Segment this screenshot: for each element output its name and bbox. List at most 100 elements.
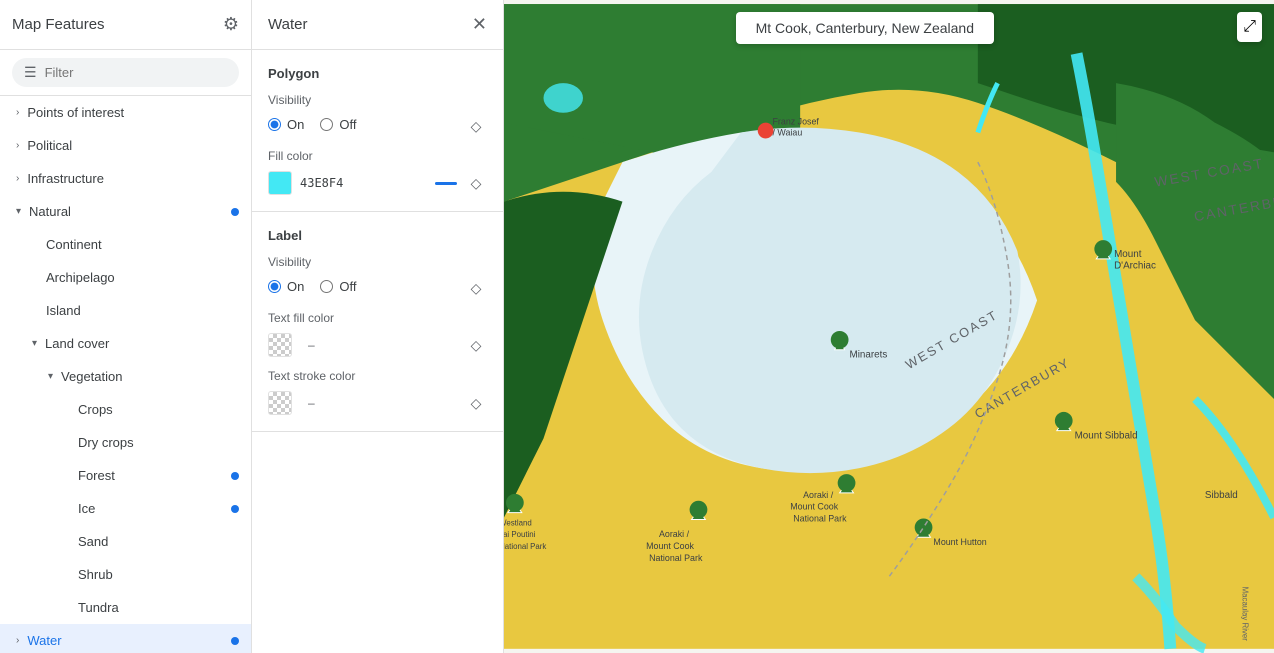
sidebar-item-label: Vegetation [61, 369, 122, 384]
label-section: Label Visibility On Off ◇ Text fill colo… [252, 212, 503, 432]
sidebar-item-label: Forest [78, 468, 115, 483]
polygon-section-title: Polygon [268, 66, 487, 81]
water-panel: Water ✕ Polygon Visibility On Off ◇ Fill… [252, 0, 504, 653]
text-fill-value: – [308, 338, 315, 352]
svg-text:Mount Cook: Mount Cook [790, 502, 838, 512]
label-on-option[interactable]: On [268, 279, 304, 294]
sidebar-item-ice[interactable]: Ice [0, 492, 251, 525]
label-off-option[interactable]: Off [320, 279, 356, 294]
map-search-bar[interactable]: Mt Cook, Canterbury, New Zealand [736, 12, 994, 44]
label-visibility-diamond[interactable]: ◇ [465, 277, 487, 299]
polygon-on-option[interactable]: On [268, 117, 304, 132]
svg-text:/ Waiau: / Waiau [773, 127, 803, 137]
text-fill-color-row: – ◇ [268, 333, 487, 357]
sidebar-item-label: Sand [78, 534, 108, 549]
sidebar-item-label: Shrub [78, 567, 113, 582]
fill-color-value: 43E8F4 [300, 176, 343, 190]
sidebar-item-label: Ice [78, 501, 95, 516]
expand-icon: ⤢ [1243, 18, 1256, 35]
map-area[interactable]: Franz Josef / Waiau Minarets Mount D'Arc… [504, 0, 1274, 653]
sidebar-item-dry-crops[interactable]: Dry crops [0, 426, 251, 459]
modified-dot [231, 637, 239, 645]
filter-input-wrap: ☰ [12, 58, 239, 87]
map-search-text: Mt Cook, Canterbury, New Zealand [756, 20, 974, 36]
fill-color-diamond[interactable]: ◇ [465, 172, 487, 194]
close-button[interactable]: ✕ [472, 14, 487, 35]
filter-input[interactable] [45, 65, 227, 80]
polygon-off-radio[interactable] [320, 118, 333, 131]
filter-bar: ☰ [0, 50, 251, 96]
sidebar-item-vegetation[interactable]: ▾ Vegetation [0, 360, 251, 393]
arrow-icon: › [16, 107, 19, 118]
sidebar-item-label: Island [46, 303, 81, 318]
visibility-label-polygon: Visibility [268, 93, 487, 107]
label-on-radio[interactable] [268, 280, 281, 293]
polygon-visibility-diamond[interactable]: ◇ [465, 115, 487, 137]
sidebar-item-label: Crops [78, 402, 113, 417]
text-fill-diamond[interactable]: ◇ [465, 334, 487, 356]
sidebar-item-label: Continent [46, 237, 102, 252]
arrow-icon: › [16, 140, 19, 151]
svg-text:Mount Cook: Mount Cook [646, 541, 694, 551]
sidebar-item-political[interactable]: ›Political [0, 129, 251, 162]
polygon-off-option[interactable]: Off [320, 117, 356, 132]
arrow-icon: › [16, 635, 19, 646]
svg-text:National Park: National Park [793, 513, 847, 523]
sidebar-item-tundra[interactable]: Tundra [0, 591, 251, 624]
sidebar-item-label: Infrastructure [27, 171, 104, 186]
text-stroke-diamond[interactable]: ◇ [465, 392, 487, 414]
panel-header: Map Features ⚙ [0, 0, 251, 50]
sidebar-item-land-cover[interactable]: ▾Land cover [0, 327, 251, 360]
sidebar-item-forest[interactable]: Forest [0, 459, 251, 492]
sidebar-item-sand[interactable]: Sand [0, 525, 251, 558]
label-off-radio[interactable] [320, 280, 333, 293]
svg-text:Aoraki /: Aoraki / [659, 529, 690, 539]
svg-text:Mount Sibbald: Mount Sibbald [1075, 431, 1138, 442]
gear-icon[interactable]: ⚙ [223, 14, 239, 35]
svg-text:Franz Josef: Franz Josef [773, 117, 820, 127]
sidebar-item-label: Dry crops [78, 435, 134, 450]
svg-text:Tai Poutini: Tai Poutini [504, 530, 536, 539]
sidebar-item-label: Points of interest [27, 105, 124, 120]
arrow-icon: ▾ [32, 338, 37, 349]
visibility-label-label: Visibility [268, 255, 487, 269]
sidebar-item-label: Natural [29, 204, 71, 219]
visibility-row-label: On Off ◇ [268, 277, 487, 299]
fill-color-swatch[interactable] [268, 171, 292, 195]
modified-dot [231, 472, 239, 480]
sidebar-item-points-of-interest[interactable]: › Points of interest [0, 96, 251, 129]
water-panel-title: Water [268, 16, 307, 33]
fill-color-label: Fill color [268, 149, 487, 163]
svg-text:D'Archiac: D'Archiac [1114, 261, 1156, 272]
sidebar-item-water[interactable]: › Water [0, 624, 251, 653]
sidebar-item-label: Tundra [78, 600, 119, 615]
map-expand-button[interactable]: ⤢ [1237, 12, 1262, 42]
sidebar-item-crops[interactable]: Crops [0, 393, 251, 426]
text-stroke-color-label: Text stroke color [268, 369, 487, 383]
svg-text:National Park: National Park [649, 553, 703, 563]
sidebar-item-label: Water [27, 633, 61, 648]
text-stroke-color-row: – ◇ [268, 391, 487, 415]
arrow-icon: › [16, 173, 19, 184]
polygon-on-radio[interactable] [268, 118, 281, 131]
text-stroke-swatch[interactable] [268, 391, 292, 415]
label-section-title: Label [268, 228, 487, 243]
arrow-icon: ▾ [48, 371, 53, 382]
sidebar-item-infrastructure[interactable]: › Infrastructure [0, 162, 251, 195]
modified-dot [231, 505, 239, 513]
arrow-icon: ▾ [16, 206, 21, 217]
sidebar-item-continent[interactable]: Continent [0, 228, 251, 261]
polygon-section: Polygon Visibility On Off ◇ Fill color 4… [252, 50, 503, 212]
sidebar-item-natural[interactable]: ▾ Natural [0, 195, 251, 228]
visibility-options-label: On Off [268, 279, 356, 294]
svg-text:Westland: Westland [504, 518, 532, 527]
sidebar-item-archipelago[interactable]: Archipelago [0, 261, 251, 294]
fill-color-minus[interactable] [435, 182, 457, 185]
svg-text:Sibbald: Sibbald [1205, 490, 1238, 501]
sidebar-item-shrub[interactable]: Shrub [0, 558, 251, 591]
svg-text:Minarets: Minarets [850, 350, 888, 361]
visibility-options-polygon: On Off [268, 117, 356, 132]
map-features-panel: Map Features ⚙ ☰ › Points of interest ›Pol… [0, 0, 252, 653]
sidebar-item-island[interactable]: Island [0, 294, 251, 327]
text-fill-swatch[interactable] [268, 333, 292, 357]
